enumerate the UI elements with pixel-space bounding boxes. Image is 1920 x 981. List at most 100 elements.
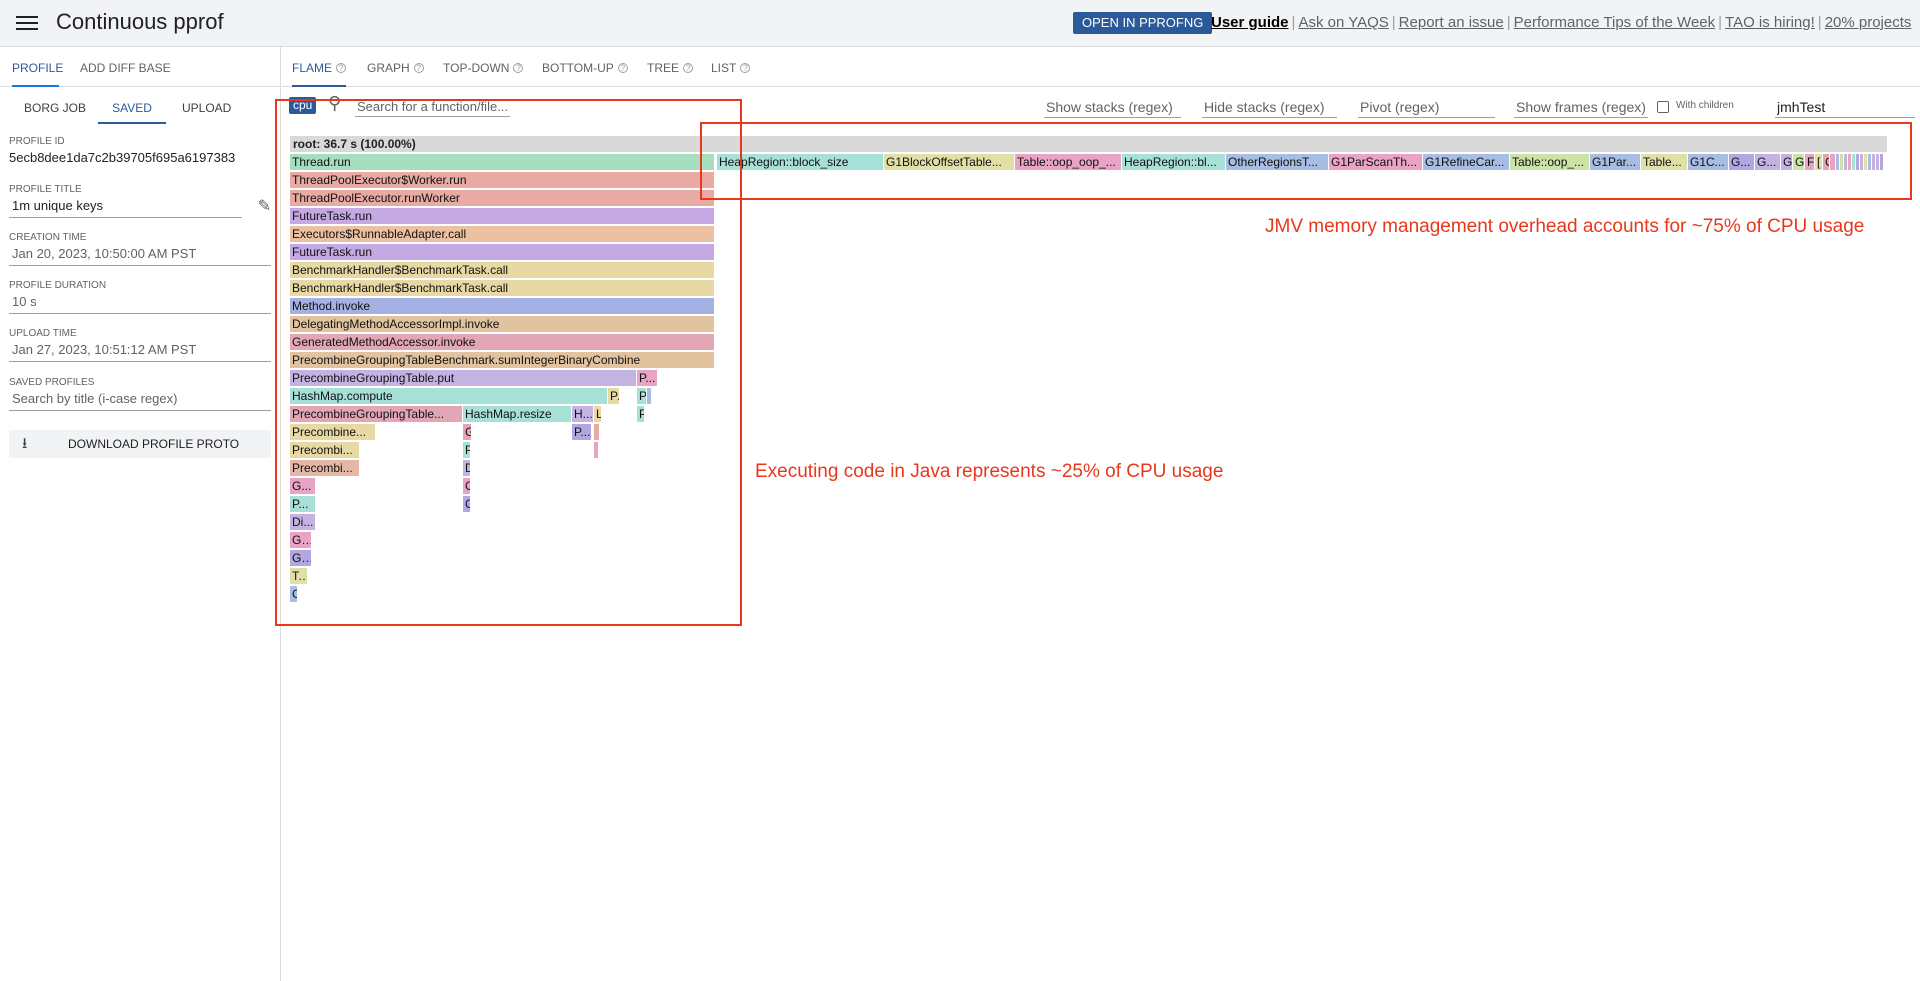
flame-frame[interactable]: G1ParScanTh... <box>1329 154 1423 170</box>
flame-frame[interactable]: HeapRegion::block_size <box>717 154 884 170</box>
report-issue-link[interactable]: Report an issue <box>1399 14 1504 31</box>
flame-frame[interactable]: FutureTask.run <box>290 208 715 224</box>
flame-frame[interactable]: P <box>463 442 471 458</box>
flame-frame[interactable]: Di... <box>290 514 316 530</box>
flame-frame[interactable]: BenchmarkHandler$BenchmarkTask.call <box>290 280 715 296</box>
flame-frame[interactable]: G <box>463 478 471 494</box>
user-guide-link[interactable]: User guide <box>1211 14 1289 31</box>
flame-frame[interactable]: HashMap.resize <box>463 406 572 422</box>
help-icon[interactable]: ? <box>683 63 694 73</box>
pivot-input[interactable] <box>1358 96 1495 118</box>
flame-frame[interactable]: C <box>1823 154 1830 170</box>
flame-frame[interactable] <box>594 424 600 440</box>
profile-name-input[interactable] <box>1775 96 1915 118</box>
flame-frame[interactable]: Table::oop_oop_... <box>1015 154 1122 170</box>
tab-bottom-up[interactable]: BOTTOM-UP? <box>542 47 628 87</box>
flame-frame[interactable]: Precombi... <box>290 442 360 458</box>
tao-hiring-link[interactable]: TAO is hiring! <box>1725 14 1815 31</box>
flame-frame[interactable]: PrecombineGroupingTable... <box>290 406 463 422</box>
flame-frame[interactable]: T... <box>290 568 308 584</box>
flame-frame[interactable]: DelegatingMethodAccessorImpl.invoke <box>290 316 715 332</box>
help-icon[interactable]: ? <box>413 63 424 73</box>
show-stacks-input[interactable] <box>1044 96 1181 118</box>
tab-tree[interactable]: TREE? <box>647 47 694 87</box>
flame-frame[interactable]: Table::oop_... <box>1510 154 1590 170</box>
tab-add-diff-base[interactable]: ADD DIFF BASE <box>80 47 171 87</box>
flame-frame[interactable]: ThreadPoolExecutor.runWorker <box>290 190 715 206</box>
flame-frame[interactable]: OtherRegionsT... <box>1226 154 1329 170</box>
tab-profile[interactable]: PROFILE <box>12 47 63 87</box>
flame-frame[interactable]: G <box>1793 154 1805 170</box>
subtab-saved[interactable]: SAVED <box>98 92 166 124</box>
with-children-checkbox[interactable] <box>1657 101 1669 113</box>
tab-top-down[interactable]: TOP-DOWN? <box>443 47 524 87</box>
help-icon[interactable]: ? <box>740 63 751 73</box>
flame-frame[interactable] <box>594 442 599 458</box>
tab-list[interactable]: LIST? <box>711 47 751 87</box>
flame-frame[interactable]: G... <box>1729 154 1755 170</box>
flame-frame[interactable]: G... <box>290 550 312 566</box>
ask-yaqs-link[interactable]: Ask on YAQS <box>1298 14 1388 31</box>
flame-frame[interactable]: G1RefineCar... <box>1423 154 1510 170</box>
flame-frame[interactable]: ThreadPoolExecutor$Worker.run <box>290 172 715 188</box>
flame-frame[interactable]: Precombine... <box>290 424 376 440</box>
flame-frame[interactable]: G... <box>1755 154 1781 170</box>
flame-frame[interactable]: F <box>1805 154 1815 170</box>
flame-frame[interactable]: Executors$RunnableAdapter.call <box>290 226 715 242</box>
flame-frame[interactable]: G <box>463 424 472 440</box>
subtab-upload[interactable]: UPLOAD <box>182 92 231 124</box>
flame-frame[interactable]: PrecombineGroupingTable.put <box>290 370 637 386</box>
profile-title-input[interactable]: 1m unique keys <box>9 198 242 218</box>
flame-frame[interactable]: HashMap.compute <box>290 388 608 404</box>
flame-frame[interactable]: GeneratedMethodAccessor.invoke <box>290 334 715 350</box>
help-icon[interactable]: ? <box>513 63 524 73</box>
function-search-input[interactable] <box>355 96 510 117</box>
flame-frame[interactable]: FutureTask.run <box>290 244 715 260</box>
twenty-percent-link[interactable]: 20% projects <box>1825 14 1912 31</box>
help-icon[interactable]: ? <box>336 63 347 73</box>
flame-frame[interactable]: P <box>637 406 645 422</box>
flame-frame[interactable]: Thread.run <box>290 154 715 170</box>
tab-graph[interactable]: GRAPH? <box>367 47 424 87</box>
flame-frame[interactable]: P <box>637 388 647 404</box>
flame-frame[interactable]: P... <box>572 424 592 440</box>
flame-frame[interactable]: G <box>1781 154 1793 170</box>
flame-frame[interactable]: G1BlockOffsetTable... <box>884 154 1015 170</box>
help-icon[interactable]: ? <box>617 63 628 73</box>
saved-profiles-search[interactable]: Search by title (i-case regex) <box>9 391 271 411</box>
flame-frame[interactable]: P... <box>608 388 620 404</box>
creation-time-label: CREATION TIME <box>9 232 87 243</box>
flame-frame[interactable]: [ <box>1815 154 1823 170</box>
show-frames-input[interactable] <box>1514 96 1648 118</box>
flame-frame[interactable]: G... <box>290 478 316 494</box>
flame-frame[interactable]: P... <box>290 496 316 512</box>
flame-frame[interactable] <box>647 388 652 404</box>
flame-frame[interactable]: BenchmarkHandler$BenchmarkTask.call <box>290 262 715 278</box>
flame-frame[interactable]: P... <box>637 370 658 386</box>
flame-frame[interactable]: Precombi... <box>290 460 360 476</box>
perf-tips-link[interactable]: Performance Tips of the Week <box>1514 14 1715 31</box>
menu-icon[interactable] <box>16 13 38 33</box>
source-subtabs: BORG JOB SAVED UPLOAD <box>8 92 268 124</box>
subtab-borg-job[interactable]: BORG JOB <box>24 92 86 124</box>
edit-pencil-icon[interactable]: ✎ <box>258 196 271 216</box>
flame-frame[interactable]: G1Par... <box>1590 154 1641 170</box>
flame-frame[interactable]: G... <box>290 532 312 548</box>
flame-frame[interactable]: G1C... <box>1688 154 1729 170</box>
flame-frame[interactable]: HeapRegion::bl... <box>1122 154 1226 170</box>
download-profile-button[interactable]: ⭳ DOWNLOAD PROFILE PROTO <box>9 430 271 458</box>
flame-frame[interactable]: H... <box>572 406 594 422</box>
flame-frame[interactable]: C <box>290 586 298 602</box>
flame-root-frame[interactable]: root: 36.7 s (100.00%) <box>290 136 1887 152</box>
open-in-pprofng-button[interactable]: OPEN IN PPROFNG <box>1073 12 1213 34</box>
flame-frame[interactable]: PrecombineGroupingTableBenchmark.sumInte… <box>290 352 715 368</box>
flame-frame[interactable]: D <box>463 460 471 476</box>
hide-stacks-input[interactable] <box>1202 96 1337 118</box>
flame-frame[interactable]: Method.invoke <box>290 298 715 314</box>
flame-frame[interactable]: G <box>463 496 471 512</box>
tab-flame[interactable]: FLAME? <box>292 47 347 87</box>
flame-frame[interactable]: L <box>594 406 602 422</box>
flame-frame[interactable]: Table... <box>1641 154 1688 170</box>
flame-frame[interactable] <box>1880 154 1884 170</box>
sample-type-chip[interactable]: cpu <box>289 97 317 114</box>
